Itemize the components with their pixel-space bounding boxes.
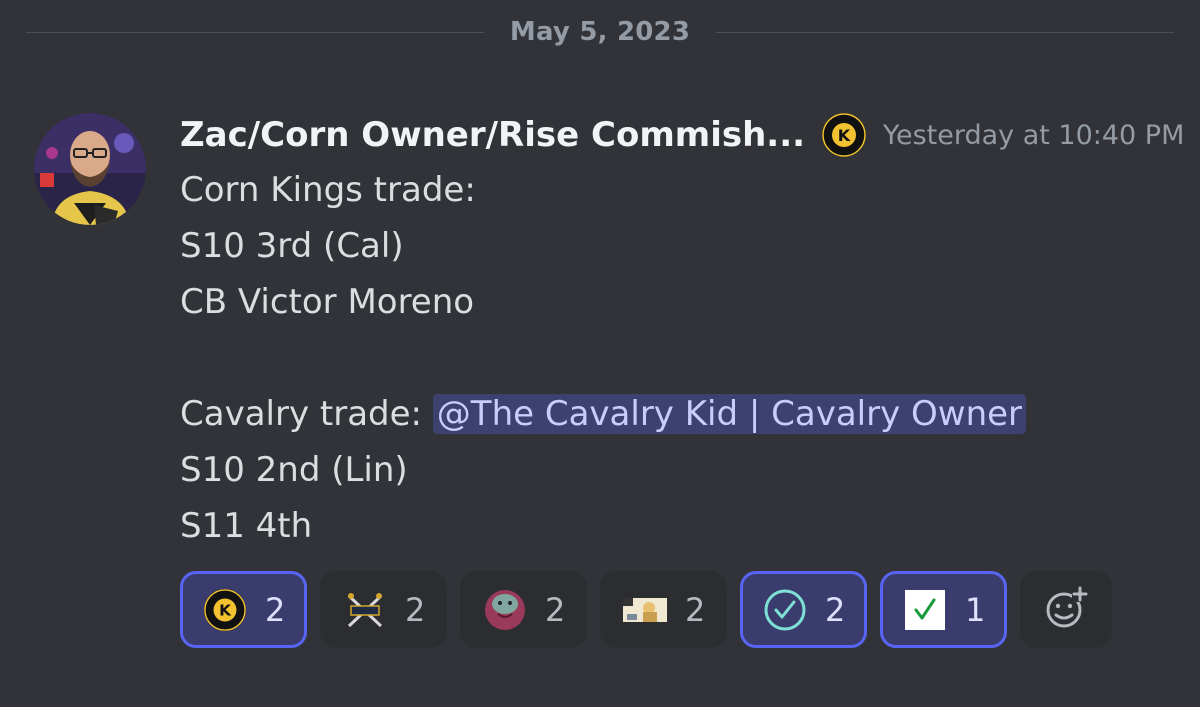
corn-kings-logo-icon[interactable]: K bbox=[821, 112, 867, 158]
author-name[interactable]: Zac/Corn Owner/Rise Commish... bbox=[180, 115, 805, 155]
date-divider: May 5, 2023 bbox=[26, 12, 1175, 52]
message-content: Corn Kings trade: S10 3rd (Cal) CB Victo… bbox=[180, 162, 1170, 554]
user-mention[interactable]: @The Cavalry Kid | Cavalry Owner bbox=[432, 394, 1027, 434]
message-line: Corn Kings trade: bbox=[180, 170, 476, 210]
white-check-box-icon bbox=[903, 588, 947, 632]
reaction-count: 2 bbox=[545, 590, 566, 629]
message-line: S11 4th bbox=[180, 506, 313, 546]
corn-kings-logo-icon: K bbox=[203, 588, 247, 632]
message-text: Cavalry trade: bbox=[180, 394, 422, 434]
reaction-check-circle[interactable]: 2 bbox=[740, 571, 867, 648]
reaction-count: 2 bbox=[825, 590, 846, 629]
reaction-face[interactable]: 2 bbox=[460, 571, 587, 648]
message-line: CB Victor Moreno bbox=[180, 282, 475, 322]
divider-line-right bbox=[716, 31, 1175, 33]
reaction-count: 2 bbox=[405, 590, 426, 629]
message-line: S10 2nd (Lin) bbox=[180, 450, 408, 490]
message-timestamp[interactable]: Yesterday at 10:40 PM bbox=[883, 120, 1184, 151]
avatar[interactable] bbox=[34, 113, 146, 225]
reaction-custom-image[interactable]: 2 bbox=[600, 571, 727, 648]
cavalry-swords-icon bbox=[343, 588, 387, 632]
divider-line-left bbox=[26, 31, 484, 33]
check-circle-icon bbox=[763, 588, 807, 632]
add-reaction-button[interactable] bbox=[1020, 571, 1112, 648]
message-line: S10 3rd (Cal) bbox=[180, 226, 404, 266]
reaction-corn-kings[interactable]: K 2 bbox=[180, 571, 307, 648]
reaction-cavalry[interactable]: 2 bbox=[320, 571, 447, 648]
message-line-blank bbox=[180, 330, 1170, 386]
reaction-count: 2 bbox=[685, 590, 706, 629]
reaction-white-check[interactable]: 1 bbox=[880, 571, 1007, 648]
reaction-count: 2 bbox=[265, 590, 286, 629]
svg-text:K: K bbox=[219, 601, 232, 619]
custom-image-emoji-icon bbox=[623, 588, 667, 632]
reactions-bar: K 2 2 2 2 2 1 bbox=[180, 571, 1112, 648]
add-reaction-icon bbox=[1044, 585, 1088, 634]
message-line: Cavalry trade: @The Cavalry Kid | Cavalr… bbox=[180, 386, 1170, 442]
face-emoji-icon bbox=[483, 588, 527, 632]
reaction-count: 1 bbox=[965, 590, 986, 629]
divider-date: May 5, 2023 bbox=[509, 17, 691, 47]
message-header: Zac/Corn Owner/Rise Commish... K Yesterd… bbox=[180, 108, 1184, 162]
svg-text:K: K bbox=[838, 126, 851, 145]
